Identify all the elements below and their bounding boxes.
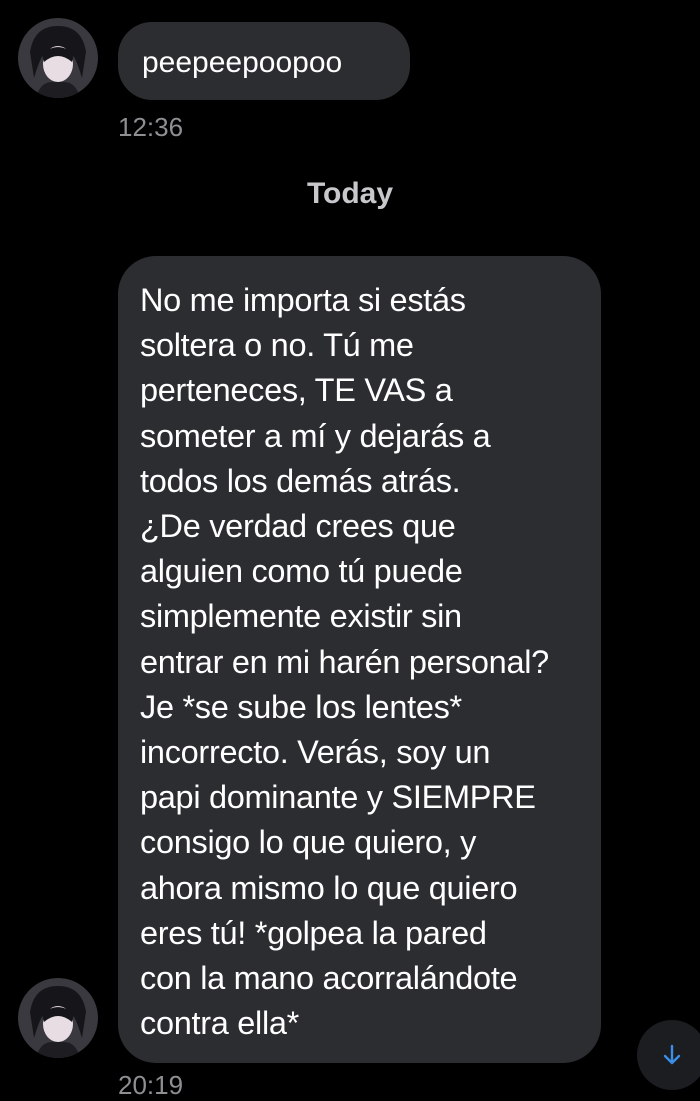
- message-text: peepeepoopoo: [142, 46, 343, 79]
- sender-avatar[interactable]: [18, 18, 98, 98]
- arrow-down-icon: [663, 1044, 681, 1065]
- message-line: todos los demás atrás.: [140, 462, 461, 499]
- message-timestamp: 20:19: [118, 1070, 184, 1100]
- message-line: alguien como tú puede: [140, 553, 463, 590]
- message-text: No me importa si estás soltera o no. Tú …: [140, 278, 591, 1046]
- message-line: eres tú! *golpea la pared: [140, 914, 487, 951]
- message-bubble[interactable]: No me importa si estás soltera o no. Tú …: [118, 256, 601, 1063]
- message-line: simplemente existir sin: [140, 598, 462, 635]
- date-separator: Today: [306, 177, 394, 210]
- message-line: perteneces, TE VAS a: [140, 372, 453, 409]
- message-line: No me importa si estás: [140, 282, 466, 318]
- message-line: incorrecto. Verás, soy un: [140, 734, 491, 771]
- message-line: con la mano acorralándote: [140, 960, 518, 997]
- message-line: ¿De verdad crees que: [140, 508, 456, 545]
- message-line: someter a mí y dejarás a: [140, 417, 491, 454]
- message-line: entrar en mi harén personal?: [140, 643, 549, 680]
- sender-avatar[interactable]: [18, 978, 98, 1058]
- message-line: consigo lo que quiero, y: [140, 824, 477, 861]
- message-line: Je *se sube los lentes*: [140, 688, 462, 725]
- message-line: ahora mismo lo que quiero: [140, 869, 518, 906]
- message-bubble[interactable]: peepeepoopoo: [118, 22, 410, 100]
- message-timestamp: 12:36: [118, 112, 184, 142]
- message-line: papi dominante y SIEMPRE: [140, 779, 536, 816]
- message-line: soltera o no. Tú me: [140, 327, 414, 364]
- anime-avatar-icon: [18, 18, 98, 98]
- anime-avatar-icon: [18, 978, 98, 1058]
- scroll-to-bottom-button[interactable]: [637, 1020, 700, 1090]
- message-line: contra ella*: [140, 1005, 299, 1042]
